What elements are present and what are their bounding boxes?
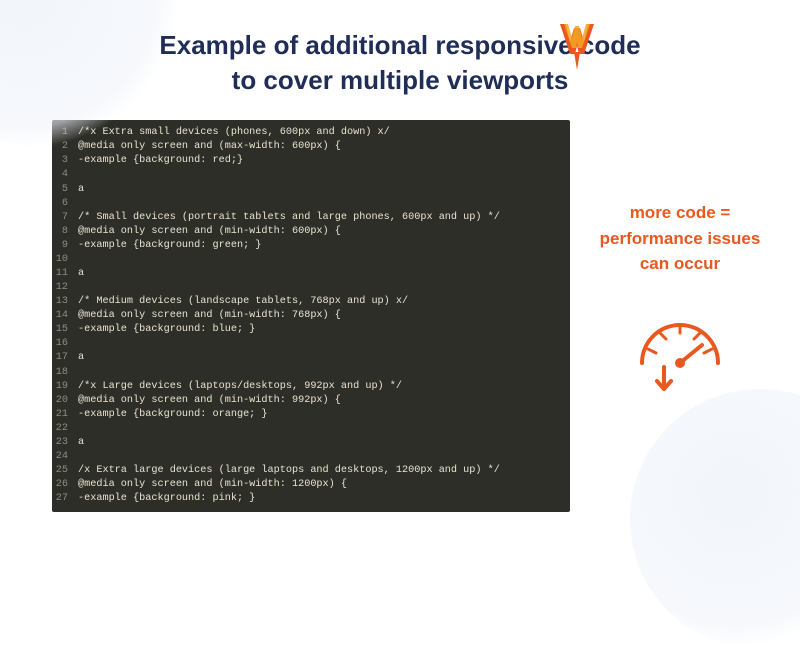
line-text: /* Small devices (portrait tablets and l…	[78, 211, 570, 225]
code-line: 3-example {background: red;}	[52, 154, 570, 168]
line-number: 27	[52, 492, 78, 506]
code-line: 19/*x Large devices (laptops/desktops, 9…	[52, 380, 570, 394]
line-text	[78, 197, 570, 211]
line-number: 12	[52, 281, 78, 295]
line-text: @media only screen and (min-width: 1200p…	[78, 478, 570, 492]
code-line: 6	[52, 197, 570, 211]
side-line-2: performance issues	[600, 229, 761, 248]
code-line: 23a	[52, 436, 570, 450]
line-text: a	[78, 436, 570, 450]
line-text: -example {background: orange; }	[78, 408, 570, 422]
w-rocket-logo-icon	[560, 24, 594, 75]
line-text: -example {background: blue; }	[78, 323, 570, 337]
line-text: -example {background: pink; }	[78, 492, 570, 506]
code-line: 26@media only screen and (min-width: 120…	[52, 478, 570, 492]
line-number: 9	[52, 239, 78, 253]
line-number: 5	[52, 183, 78, 197]
side-caption: more code = performance issues can occur	[588, 200, 772, 277]
line-text: -example {background: green; }	[78, 239, 570, 253]
code-line: 2@media only screen and (max-width: 600p…	[52, 140, 570, 154]
header: Example of additional responsive code to…	[0, 0, 800, 120]
line-text	[78, 450, 570, 464]
line-text	[78, 253, 570, 267]
code-line: 15-example {background: blue; }	[52, 323, 570, 337]
line-number: 19	[52, 380, 78, 394]
line-text: -example {background: red;}	[78, 154, 570, 168]
line-number: 7	[52, 211, 78, 225]
code-line: 10	[52, 253, 570, 267]
side-line-1: more code =	[630, 203, 731, 222]
line-text	[78, 422, 570, 436]
code-line: 20@media only screen and (min-width: 992…	[52, 394, 570, 408]
line-number: 8	[52, 225, 78, 239]
line-text	[78, 337, 570, 351]
code-line: 11a	[52, 267, 570, 281]
code-line: 24	[52, 450, 570, 464]
code-line: 16	[52, 337, 570, 351]
line-number: 2	[52, 140, 78, 154]
title-line-2: to cover multiple viewports	[232, 65, 569, 95]
line-text: /* Medium devices (landscape tablets, 76…	[78, 295, 570, 309]
code-line: 17a	[52, 351, 570, 365]
code-line: 25/x Extra large devices (large laptops …	[52, 464, 570, 478]
line-text: /*x Large devices (laptops/desktops, 992…	[78, 380, 570, 394]
code-block: 1/*x Extra small devices (phones, 600px …	[52, 120, 570, 512]
line-number: 16	[52, 337, 78, 351]
line-number: 13	[52, 295, 78, 309]
line-number: 26	[52, 478, 78, 492]
line-number: 15	[52, 323, 78, 337]
code-line: 18	[52, 366, 570, 380]
line-text	[78, 168, 570, 182]
side-panel: more code = performance issues can occur	[588, 120, 772, 404]
code-line: 5a	[52, 183, 570, 197]
line-number: 6	[52, 197, 78, 211]
line-text: @media only screen and (min-width: 768px…	[78, 309, 570, 323]
speedometer-icon	[630, 303, 730, 404]
code-line: 1/*x Extra small devices (phones, 600px …	[52, 126, 570, 140]
line-text: @media only screen and (min-width: 600px…	[78, 225, 570, 239]
line-number: 21	[52, 408, 78, 422]
line-text	[78, 281, 570, 295]
code-line: 27-example {background: pink; }	[52, 492, 570, 506]
line-number: 20	[52, 394, 78, 408]
code-line: 9-example {background: green; }	[52, 239, 570, 253]
line-number: 14	[52, 309, 78, 323]
line-number: 17	[52, 351, 78, 365]
code-line: 13/* Medium devices (landscape tablets, …	[52, 295, 570, 309]
code-line: 4	[52, 168, 570, 182]
line-number: 10	[52, 253, 78, 267]
code-line: 14@media only screen and (min-width: 768…	[52, 309, 570, 323]
line-number: 1	[52, 126, 78, 140]
line-text: @media only screen and (max-width: 600px…	[78, 140, 570, 154]
line-number: 3	[52, 154, 78, 168]
code-line: 8@media only screen and (min-width: 600p…	[52, 225, 570, 239]
line-number: 25	[52, 464, 78, 478]
code-line: 22	[52, 422, 570, 436]
line-number: 4	[52, 168, 78, 182]
line-text: @media only screen and (min-width: 992px…	[78, 394, 570, 408]
line-number: 22	[52, 422, 78, 436]
side-line-3: can occur	[640, 254, 720, 273]
line-number: 24	[52, 450, 78, 464]
main-content: 1/*x Extra small devices (phones, 600px …	[0, 120, 800, 532]
line-text: a	[78, 267, 570, 281]
line-text: /x Extra large devices (large laptops an…	[78, 464, 570, 478]
line-text: /*x Extra small devices (phones, 600px a…	[78, 126, 570, 140]
code-line: 21-example {background: orange; }	[52, 408, 570, 422]
line-number: 23	[52, 436, 78, 450]
code-line: 7/* Small devices (portrait tablets and …	[52, 211, 570, 225]
line-text: a	[78, 183, 570, 197]
line-text: a	[78, 351, 570, 365]
line-text	[78, 366, 570, 380]
line-number: 18	[52, 366, 78, 380]
line-number: 11	[52, 267, 78, 281]
code-line: 12	[52, 281, 570, 295]
